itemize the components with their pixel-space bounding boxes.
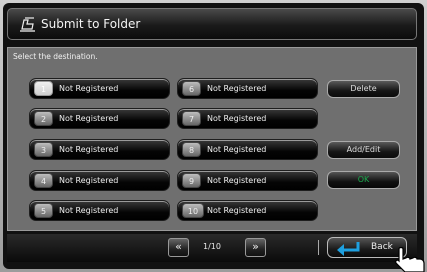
destination-slot-2[interactable]: 2 Not Registered (29, 108, 170, 129)
bottom-divider (318, 240, 319, 255)
destination-slot-3[interactable]: 3 Not Registered (29, 139, 170, 160)
instruction-text: Select the destination. (13, 52, 98, 61)
delete-button[interactable]: Delete (327, 80, 400, 98)
destination-slot-6[interactable]: 6 Not Registered (177, 78, 318, 99)
slot-number: 7 (182, 111, 201, 126)
slot-number: 1 (34, 81, 53, 96)
destination-slot-7[interactable]: 7 Not Registered (177, 108, 318, 129)
destination-slot-8[interactable]: 8 Not Registered (177, 139, 318, 160)
slot-label: Not Registered (207, 176, 267, 185)
slot-number: 8 (182, 142, 201, 157)
slot-number: 4 (34, 173, 53, 188)
add-edit-button[interactable]: Add/Edit (327, 141, 400, 159)
slot-label: Not Registered (59, 114, 119, 123)
slot-number: 10 (182, 203, 204, 218)
slot-number: 6 (182, 81, 201, 96)
slot-label: Not Registered (59, 84, 119, 93)
ok-button[interactable]: OK (327, 171, 400, 189)
destination-slot-4[interactable]: 4 Not Registered (29, 170, 170, 191)
slot-label: Not Registered (59, 145, 119, 154)
title-bar: Submit to Folder (7, 8, 417, 40)
slot-number: 3 (34, 142, 53, 157)
destination-slot-1[interactable]: 1 Not Registered (29, 78, 170, 99)
page-title: Submit to Folder (41, 17, 141, 31)
hand-pointer-icon (395, 247, 425, 272)
previous-page-button[interactable]: « (168, 238, 189, 257)
slot-label: Not Registered (59, 176, 119, 185)
slot-number: 9 (182, 173, 201, 188)
destination-slot-5[interactable]: 5 Not Registered (29, 200, 170, 221)
slot-number: 2 (34, 111, 53, 126)
destination-slot-9[interactable]: 9 Not Registered (177, 170, 318, 191)
slot-label: Not Registered (59, 206, 119, 215)
back-label: Back (371, 242, 393, 252)
return-arrow-icon (337, 242, 360, 256)
page-indicator: 1/10 (203, 242, 221, 251)
next-page-button[interactable]: » (245, 238, 266, 257)
slot-number: 5 (34, 203, 53, 218)
destination-slot-10[interactable]: 10 Not Registered (177, 200, 318, 221)
folder-edit-icon (20, 17, 35, 32)
slot-label: Not Registered (207, 114, 267, 123)
slot-label: Not Registered (207, 145, 267, 154)
slot-label: Not Registered (207, 206, 267, 215)
slot-label: Not Registered (207, 84, 267, 93)
